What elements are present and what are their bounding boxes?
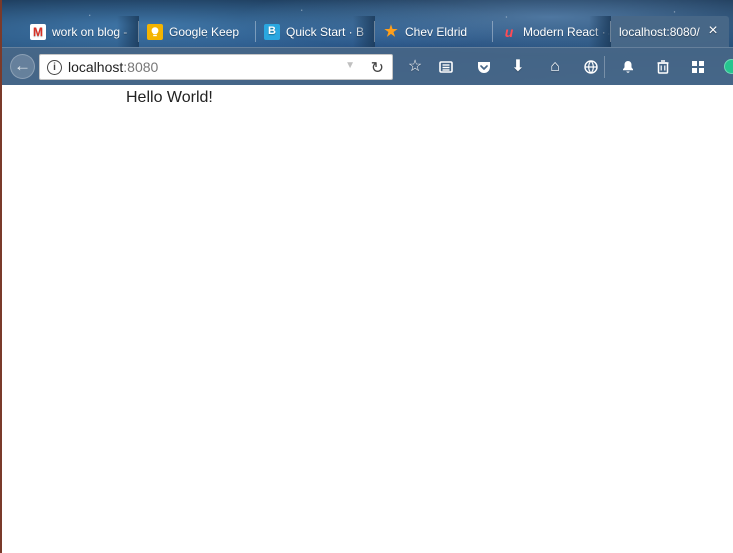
tab-label-work-on-blog: work on blog - bbox=[52, 24, 128, 39]
tab-label-localhost: localhost:8080/ bbox=[619, 24, 700, 39]
tab-label-quick-start: Quick Start · B bbox=[286, 24, 365, 39]
page-content: Hello World! bbox=[2, 85, 733, 553]
list-icon bbox=[439, 61, 453, 73]
tab-quick-start[interactable]: B Quick Start · B bbox=[256, 16, 375, 47]
url-host: localhost bbox=[68, 59, 124, 75]
url-port: :8080 bbox=[123, 59, 159, 75]
tab-localhost[interactable]: localhost:8080/ × bbox=[611, 16, 729, 47]
synced-tabs-icon[interactable] bbox=[581, 57, 601, 77]
udemy-icon: u bbox=[504, 23, 514, 40]
navigation-toolbar: ← i localhost :8080 ▼ ↻ ☆ ⬇ ⌂ bbox=[2, 47, 733, 85]
tab-strip: M work on blog - Google Keep B Quick Sta… bbox=[2, 16, 733, 47]
back-arrow-icon[interactable]: ← bbox=[10, 54, 35, 79]
green-extension-icon[interactable] bbox=[724, 59, 733, 74]
hello-world-text: Hello World! bbox=[126, 89, 213, 106]
tab-work-on-blog[interactable]: M work on blog - bbox=[22, 16, 139, 47]
reload-icon[interactable]: ↻ bbox=[371, 58, 384, 78]
reader-list-icon[interactable] bbox=[436, 57, 456, 77]
toolbar-divider bbox=[604, 56, 605, 78]
bell-icon bbox=[623, 61, 633, 73]
pocket-shape-icon bbox=[478, 62, 490, 73]
globe-icon bbox=[584, 60, 598, 74]
tab-google-keep[interactable]: Google Keep bbox=[139, 16, 256, 47]
bookmark-star-icon[interactable]: ☆ bbox=[405, 57, 425, 77]
trash-icon[interactable] bbox=[653, 57, 673, 77]
tab-label-modern-react: Modern React · bbox=[523, 24, 606, 39]
close-icon[interactable]: × bbox=[705, 23, 721, 39]
apps-grid-icon bbox=[692, 61, 704, 73]
google-keep-icon bbox=[147, 23, 163, 40]
browser-chrome: M work on blog - Google Keep B Quick Sta… bbox=[2, 0, 733, 85]
gmail-icon: M bbox=[30, 23, 46, 40]
pocket-icon[interactable] bbox=[474, 57, 494, 77]
browser-window: M work on blog - Google Keep B Quick Sta… bbox=[0, 0, 733, 553]
grid-icon[interactable] bbox=[688, 57, 708, 77]
tab-label-google-keep: Google Keep bbox=[169, 24, 240, 39]
tab-label-chev-eldrid: Chev Eldrid bbox=[405, 24, 468, 39]
bootstrap-icon: B bbox=[264, 23, 280, 40]
star-icon: ★ bbox=[384, 23, 398, 40]
download-icon[interactable]: ⬇ bbox=[508, 57, 528, 77]
extension-bell-icon[interactable] bbox=[618, 57, 638, 77]
info-icon[interactable]: i bbox=[47, 59, 62, 75]
lightbulb-icon bbox=[151, 26, 159, 36]
tab-chev-eldrid[interactable]: ★ Chev Eldrid bbox=[375, 16, 493, 47]
tab-modern-react[interactable]: u Modern React · bbox=[493, 16, 611, 47]
home-icon[interactable]: ⌂ bbox=[545, 57, 565, 77]
delete-icon bbox=[657, 60, 669, 74]
chevron-down-icon[interactable]: ▼ bbox=[345, 60, 355, 71]
address-bar[interactable]: i localhost :8080 ▼ ↻ bbox=[39, 54, 393, 80]
